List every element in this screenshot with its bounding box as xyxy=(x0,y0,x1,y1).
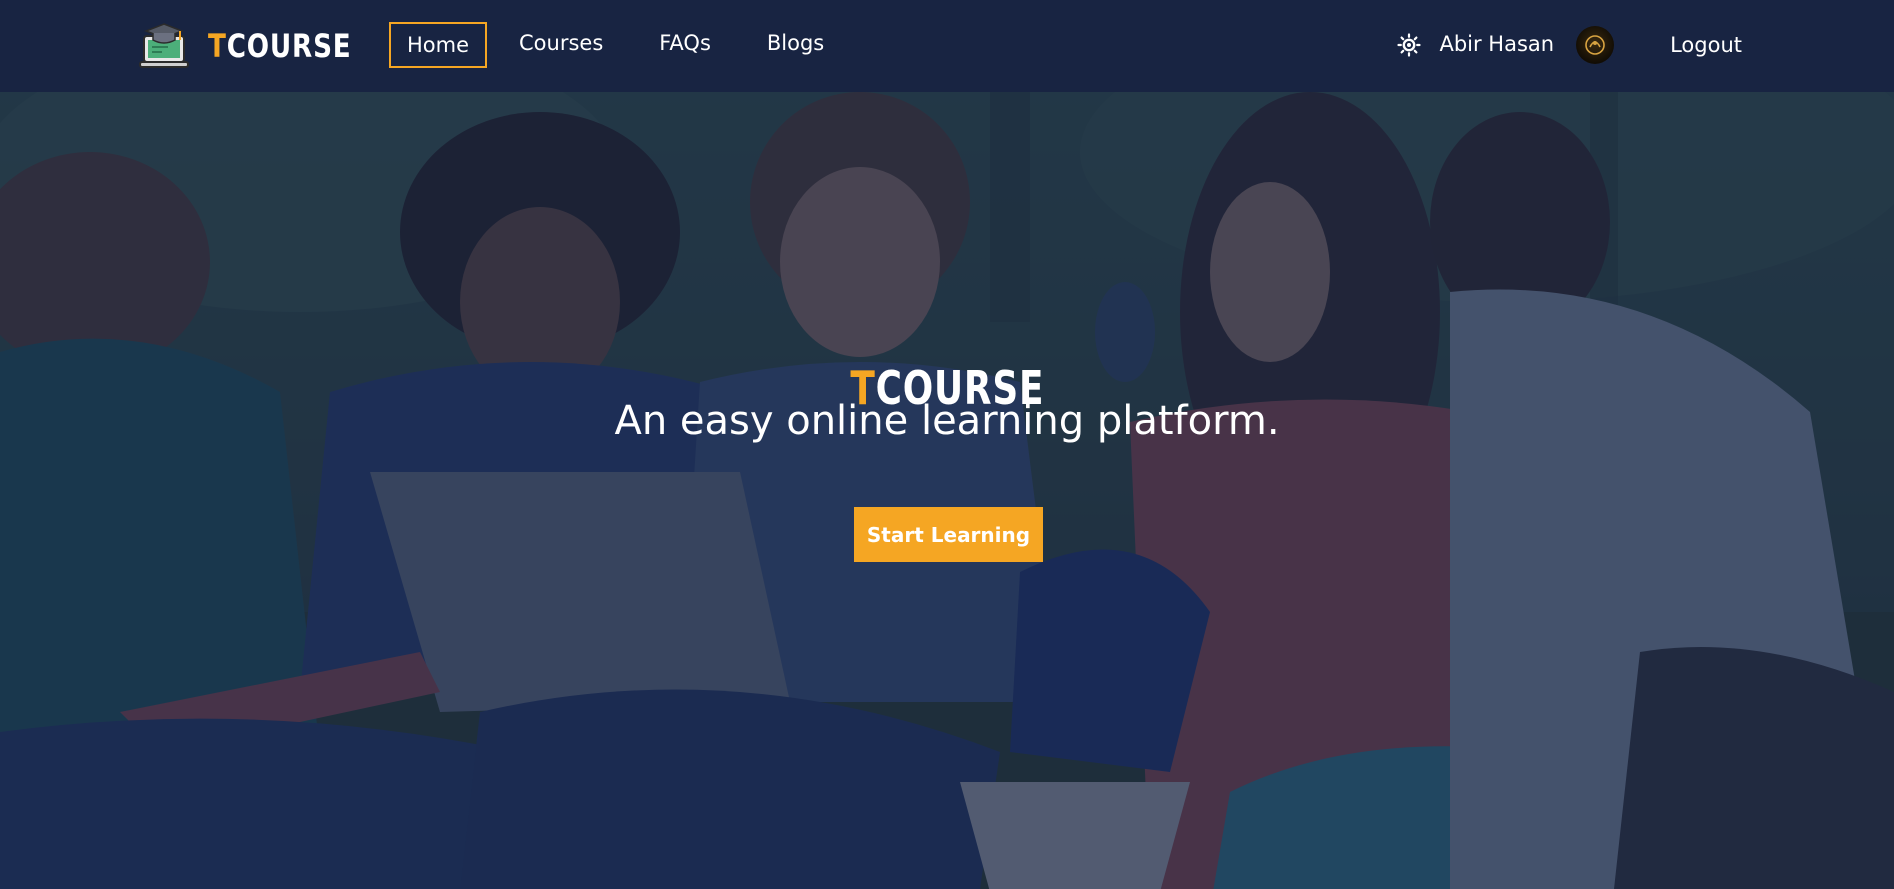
user-avatar[interactable] xyxy=(1576,26,1615,64)
graduation-laptop-icon xyxy=(139,23,189,68)
logout-link[interactable]: Logout xyxy=(1670,33,1742,57)
hero-section: TCOURSE An easy online learning platform… xyxy=(0,92,1894,889)
landing-page: TCOURSE Home Courses FAQs Blogs Abir Has… xyxy=(0,0,1894,889)
navbar: TCOURSE Home Courses FAQs Blogs Abir Has… xyxy=(0,0,1894,92)
brand-name: TCOURSE xyxy=(208,27,352,65)
nav-link-courses[interactable]: Courses xyxy=(519,20,603,66)
brand[interactable]: TCOURSE xyxy=(138,20,383,72)
hero-subtitle: An easy online learning platform. xyxy=(614,398,1280,444)
user-name: Abir Hasan xyxy=(1439,31,1555,56)
nav-link-blogs[interactable]: Blogs xyxy=(767,20,824,66)
brand-rest: COURSE xyxy=(226,27,352,65)
nav-link-home[interactable]: Home xyxy=(389,22,487,68)
start-learning-button[interactable]: Start Learning xyxy=(854,507,1043,562)
hero-overlay xyxy=(0,92,1894,889)
sun-icon[interactable] xyxy=(1397,33,1422,57)
avatar-emblem-icon xyxy=(1585,35,1605,55)
brand-first-letter: T xyxy=(208,27,227,65)
nav-user-area: Abir Hasan Logout xyxy=(1397,22,1742,68)
nav-link-faqs[interactable]: FAQs xyxy=(659,20,711,66)
main-nav: Home Courses FAQs Blogs xyxy=(389,22,880,68)
